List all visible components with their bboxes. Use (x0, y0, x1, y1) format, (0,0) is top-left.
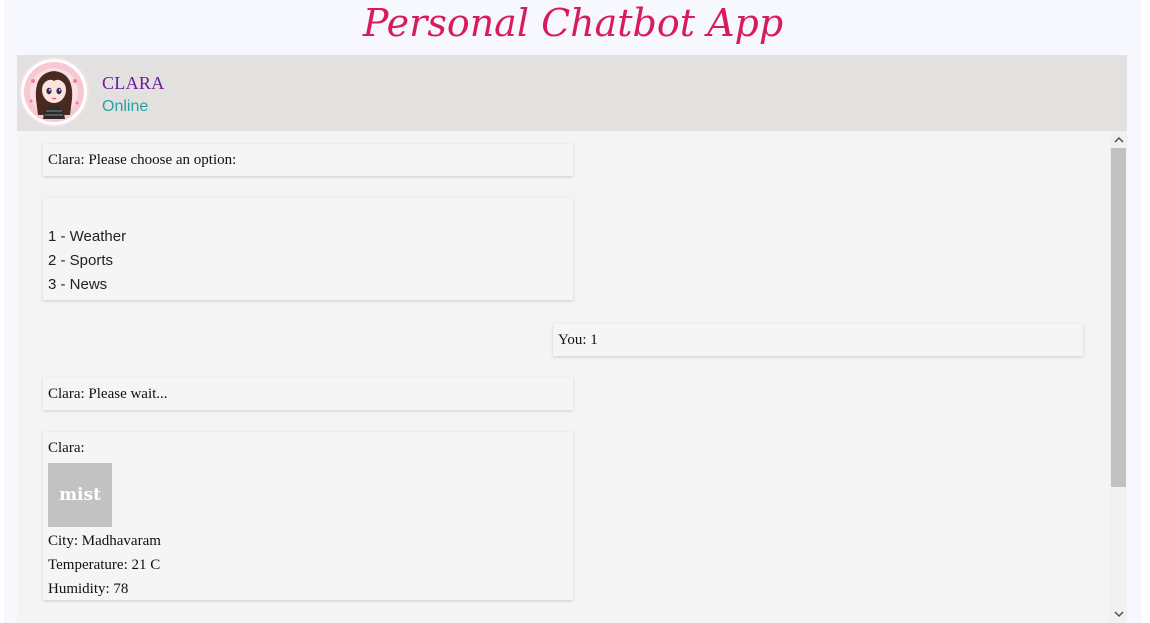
avatar-image (24, 62, 84, 122)
chevron-down-icon (1113, 611, 1124, 618)
message-text: Clara: Please wait... (48, 386, 168, 402)
option-sports: 2 - Sports (48, 252, 114, 269)
bot-message: Clara: Please choose an option: (43, 144, 573, 176)
bot-message: Clara: Please wait... (43, 378, 573, 410)
bot-options-message: 1 - Weather 2 - Sports 3 - News (43, 198, 573, 300)
chevron-up-icon (1113, 136, 1124, 143)
page: Personal Chatbot App CLARA Online Clara:… (4, 0, 1142, 623)
message-text: You: 1 (558, 332, 598, 348)
scroll-up-button[interactable] (1110, 131, 1127, 148)
avatar (19, 57, 89, 127)
weather-city: City: Madhavaram (48, 533, 161, 549)
bot-weather-message: Clara: mist City: Madhavaram Temperature… (43, 432, 573, 600)
weather-icon-text: mist (59, 485, 101, 505)
weather-icon: mist (48, 463, 112, 527)
scroll-down-button[interactable] (1110, 606, 1127, 623)
option-news: 3 - News (48, 276, 108, 293)
scroll-thumb[interactable] (1111, 148, 1126, 487)
chat-scrollbar[interactable] (1110, 131, 1127, 623)
weather-temperature: Temperature: 21 C (48, 557, 161, 573)
option-weather: 1 - Weather (48, 228, 127, 245)
chat-header: CLARA Online (17, 55, 1127, 131)
user-message: You: 1 (553, 324, 1083, 356)
app-title: Personal Chatbot App (362, 1, 784, 45)
message-text: Clara: Please choose an option: (48, 152, 237, 168)
contact-status: Online (102, 98, 149, 115)
weather-label: Clara: (48, 440, 85, 456)
weather-humidity: Humidity: 78 (48, 581, 129, 597)
chat-area[interactable]: Clara: Please choose an option: 1 - Weat… (17, 131, 1127, 623)
contact-name: CLARA (102, 73, 165, 93)
